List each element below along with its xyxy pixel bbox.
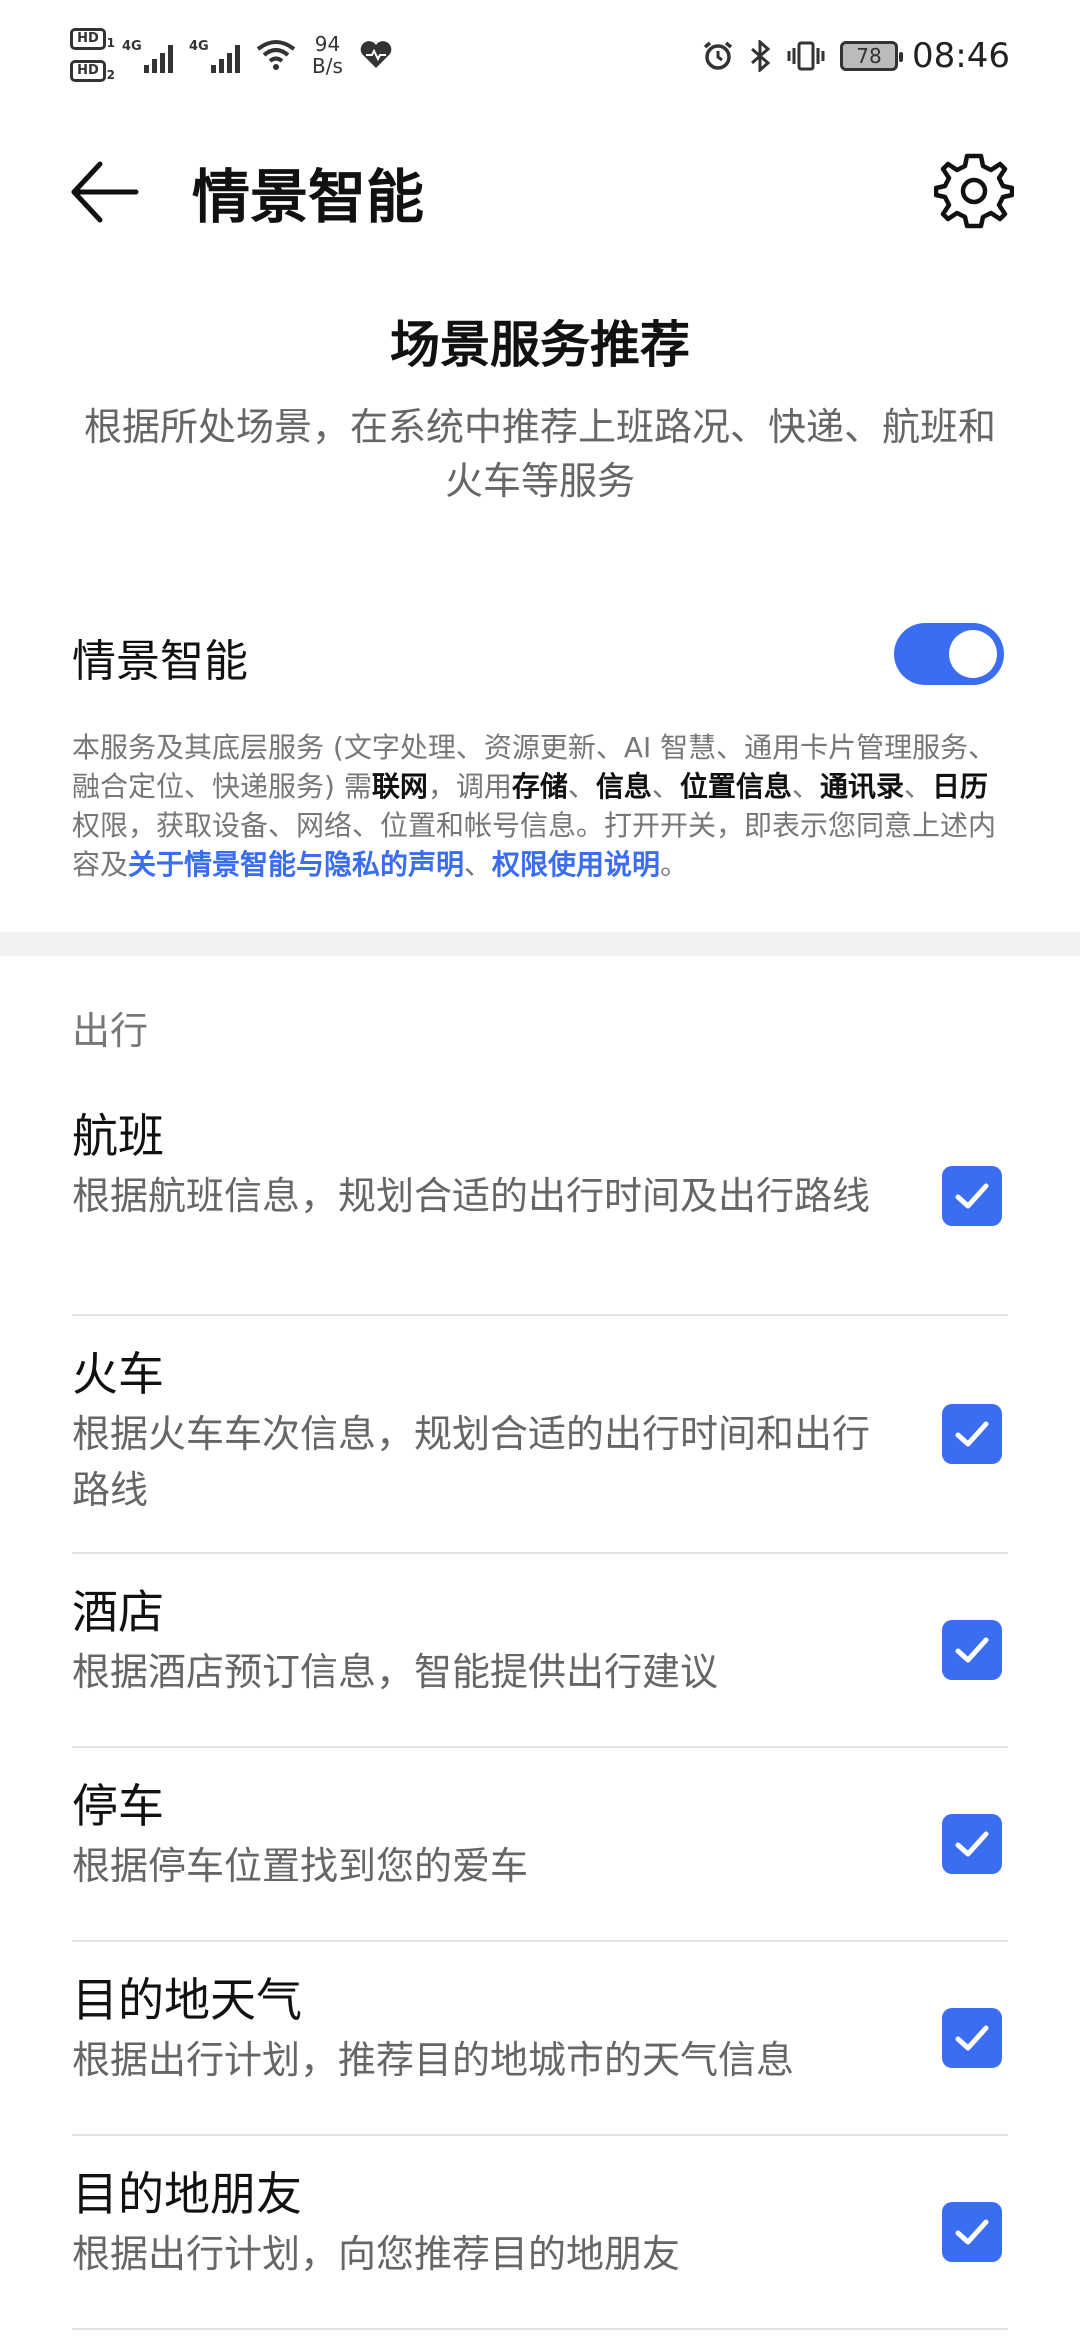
gear-icon — [933, 153, 1015, 229]
hd2-icon: HD 2 — [70, 60, 115, 82]
back-arrow-icon — [71, 161, 139, 223]
checkbox[interactable] — [942, 1166, 1002, 1226]
checkbox[interactable] — [942, 1814, 1002, 1874]
status-bar: HD 1 HD 2 4G 4G 94 B/s 78 08:46 — [0, 0, 1080, 120]
item-title: 航班 — [72, 1109, 164, 1163]
list-item-destination-weather[interactable]: 目的地天气 根据出行计划，推荐目的地城市的天气信息 — [72, 1942, 1008, 2136]
item-description: 根据酒店预订信息，智能提供出行建议 — [72, 1650, 719, 1694]
main-toggle-switch[interactable] — [894, 623, 1004, 685]
list-item-train[interactable]: 火车 根据火车车次信息，规划合适的出行时间和出行路线 — [72, 1316, 1008, 1554]
checkmark-icon — [955, 1831, 989, 1857]
hd1-icon: HD 1 — [70, 28, 115, 50]
status-left: HD 1 HD 2 4G 4G 94 B/s — [70, 28, 393, 82]
main-toggle-label: 情景智能 — [72, 636, 248, 687]
hero-description: 根据所处场景，在系统中推荐上班路况、快递、航班和火车等服务 — [83, 405, 996, 503]
list-item-hotel[interactable]: 酒店 根据酒店预订信息，智能提供出行建议 — [72, 1554, 1008, 1748]
checkbox[interactable] — [942, 2202, 1002, 2262]
item-description: 根据出行计划，向您推荐目的地朋友 — [72, 2232, 681, 2276]
item-title: 目的地天气 — [72, 1973, 302, 2027]
item-description: 根据出行计划，推荐目的地城市的天气信息 — [72, 2038, 795, 2082]
travel-list: 航班 根据航班信息，规划合适的出行时间及出行路线 火车 根据火车车次信息，规划合… — [0, 1078, 1080, 2330]
section-title: 出行 — [72, 1009, 149, 1053]
page-title: 情景智能 — [192, 163, 425, 231]
signal-1-icon: 4G — [122, 37, 173, 73]
battery-icon: 78 — [840, 41, 904, 71]
privacy-notice: 本服务及其底层服务 (文字处理、资源更新、AI 智慧、通用卡片管理服务、融合定位… — [72, 731, 997, 881]
list-item-parking[interactable]: 停车 根据停车位置找到您的爱车 — [72, 1748, 1008, 1942]
app-bar: 情景智能 — [0, 120, 1080, 252]
checkbox[interactable] — [942, 1620, 1002, 1680]
item-description: 根据航班信息，规划合适的出行时间及出行路线 — [72, 1174, 871, 1218]
section-divider — [0, 932, 1080, 956]
item-description: 根据火车车次信息，规划合适的出行时间和出行路线 — [72, 1412, 871, 1512]
checkmark-icon — [955, 2219, 989, 2245]
item-title: 目的地朋友 — [72, 2167, 302, 2221]
list-item-flight[interactable]: 航班 根据航班信息，规划合适的出行时间及出行路线 — [72, 1078, 1008, 1316]
privacy-statement-link[interactable]: 关于情景智能与隐私的声明 — [128, 848, 464, 881]
hd-indicators: HD 1 HD 2 — [70, 28, 115, 82]
checkmark-icon — [955, 1637, 989, 1663]
checkbox[interactable] — [942, 1404, 1002, 1464]
status-right: 78 08:46 — [702, 36, 1010, 76]
clock: 08:46 — [912, 36, 1010, 76]
alarm-icon — [703, 41, 733, 70]
item-title: 火车 — [72, 1347, 164, 1401]
main-toggle-row: 情景智能 — [0, 615, 1080, 695]
hero-title: 场景服务推荐 — [390, 316, 690, 374]
checkmark-icon — [955, 1421, 989, 1447]
back-button[interactable] — [70, 156, 142, 228]
item-title: 停车 — [72, 1779, 164, 1833]
checkmark-icon — [955, 1183, 989, 1209]
list-item-destination-friends[interactable]: 目的地朋友 根据出行计划，向您推荐目的地朋友 — [72, 2136, 1008, 2330]
switch-knob — [949, 630, 997, 678]
permission-usage-link[interactable]: 权限使用说明 — [492, 848, 660, 881]
bluetooth-icon — [751, 40, 771, 72]
wifi-icon — [256, 40, 296, 70]
health-heart-icon — [360, 41, 392, 68]
checkbox[interactable] — [942, 2008, 1002, 2068]
item-description: 根据停车位置找到您的爱车 — [72, 1844, 529, 1888]
vibrate-icon — [787, 41, 825, 71]
checkmark-icon — [955, 2025, 989, 2051]
item-title: 酒店 — [72, 1585, 164, 1639]
signal-2-icon: 4G — [189, 37, 240, 73]
settings-button[interactable] — [933, 150, 1015, 230]
network-speed: 94 B/s — [312, 32, 343, 78]
